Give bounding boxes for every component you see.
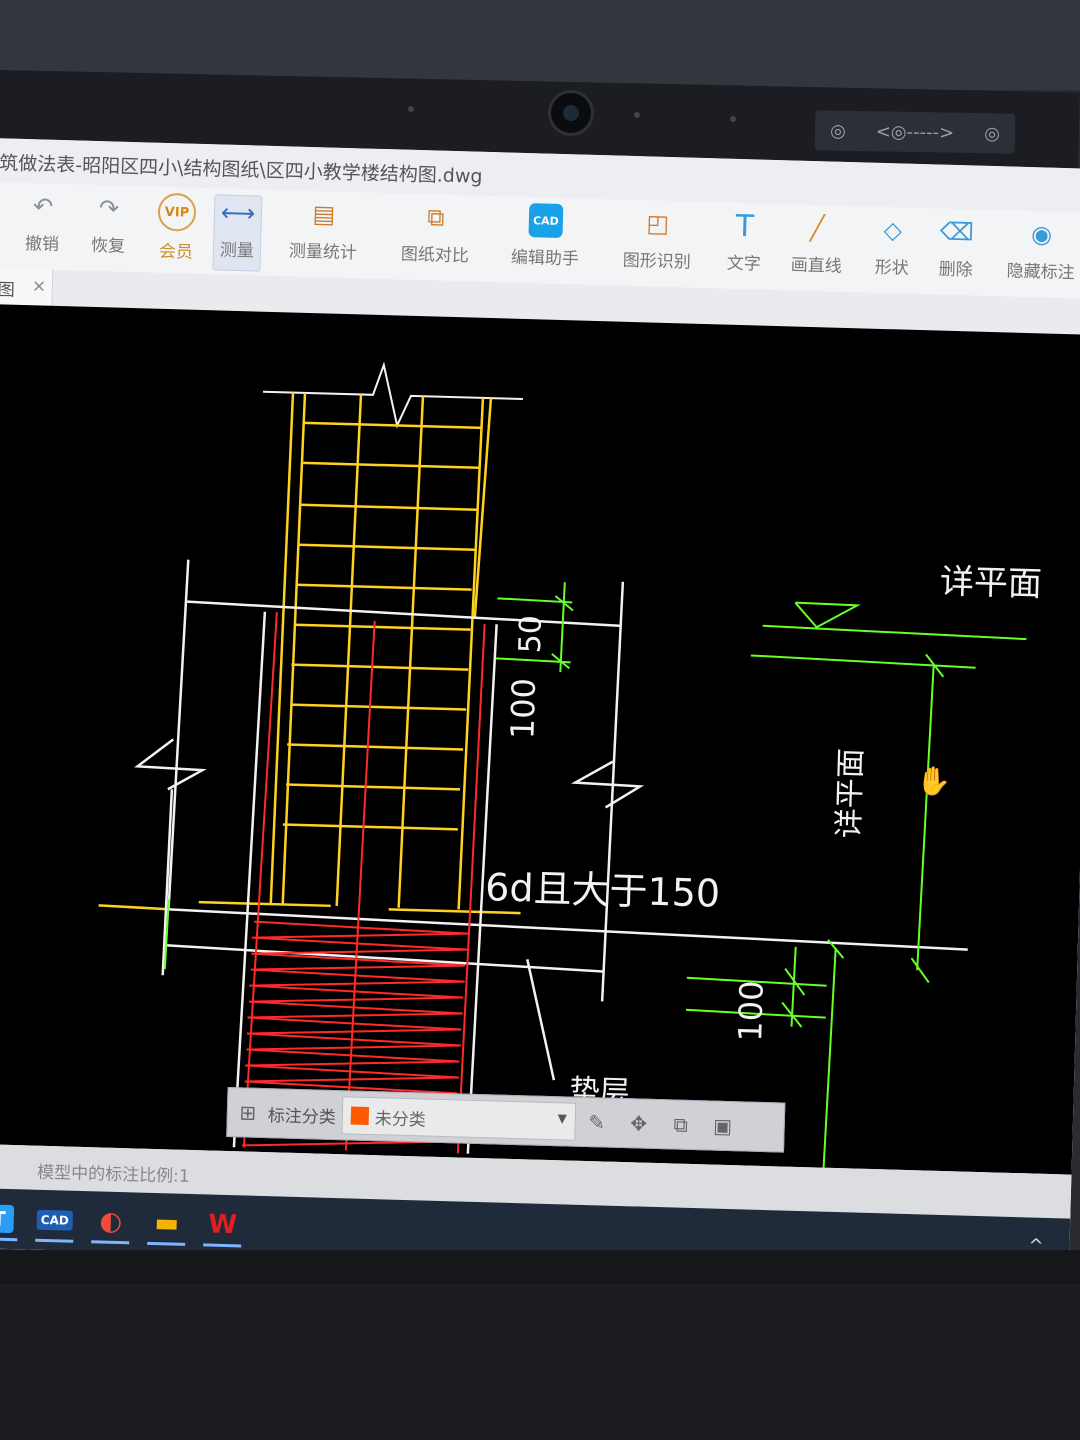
shape-recognize-icon: ◰ <box>646 209 670 238</box>
line-label: 画直线 <box>790 255 843 277</box>
chevron-down-icon: ▼ <box>557 1111 568 1126</box>
line-icon: ╱ <box>809 213 825 243</box>
paste-icon[interactable]: ▣ <box>701 1105 744 1146</box>
taskbar-app-folder[interactable]: ▬ <box>143 1201 190 1246</box>
shape-icon: ◇ <box>883 215 903 245</box>
redo-button[interactable]: ↷ 恢复 <box>90 191 126 266</box>
eraser-icon: ⌫ <box>939 217 975 247</box>
text-label: 文字 <box>726 253 762 275</box>
webcam-privacy-switch: ◎ <◎-----> ◎ <box>814 110 1016 154</box>
shape-recognize-label: 图形识别 <box>622 250 692 273</box>
edit-assistant-button[interactable]: CAD 编辑助手 <box>510 203 580 279</box>
edit-assistant-label: 编辑助手 <box>510 247 580 270</box>
undo-label: 撤销 <box>24 234 60 255</box>
browser-icon: ◐ <box>99 1206 123 1238</box>
measure-button[interactable]: ⟷ 测量 <box>212 194 263 272</box>
laptop-screen: 筑做法表-昭阳区四小\结构图纸\区四小教学楼结构图.dwg ↶ 撤销 ↷ 恢复 … <box>0 138 1080 1279</box>
taskbar-app-browser[interactable]: ◐ <box>87 1199 134 1245</box>
tab-label: 图 <box>0 280 16 301</box>
cad-app-icon: CAD <box>36 1209 74 1231</box>
measure-stats-icon: ▤ <box>312 200 336 229</box>
dim-text-100-column: 100 <box>503 678 543 740</box>
compare-label: 图纸对比 <box>400 244 470 267</box>
foundation-outline <box>134 559 968 1154</box>
measure-icon: ⟷ <box>220 198 256 228</box>
camera-off-icon: ◎ <box>829 120 846 142</box>
shape-recognize-button[interactable]: ◰ 图形识别 <box>622 206 692 282</box>
hide-annotation-label: 隐藏标注 <box>1006 261 1075 284</box>
edit-icon[interactable]: ✎ <box>575 1102 618 1143</box>
move-icon[interactable]: ✥ <box>617 1103 660 1144</box>
folder-icon: ▬ <box>154 1208 180 1239</box>
anchor-note: 6d且大于150 <box>485 865 721 916</box>
vip-label: 会员 <box>158 241 194 263</box>
privacy-slider: <◎-----> <box>875 120 955 144</box>
taskbar-app-wps[interactable]: W <box>199 1202 246 1248</box>
edit-assistant-icon: CAD <box>528 203 564 239</box>
column-rebar-yellow <box>98 392 521 915</box>
plane-label-side: 详平面 <box>832 748 869 839</box>
delete-button[interactable]: ⌫ 删除 <box>938 215 974 290</box>
annotation-category-label: 标注分类 <box>267 1105 337 1128</box>
bezel-sensor <box>730 116 736 122</box>
grid-icon[interactable]: ⊞ <box>227 1092 268 1133</box>
drawing-canvas[interactable]: ✋ 详平面 详平面 50 100 100 6d且大于150 垫层 <box>0 303 1080 1175</box>
dim-text-50: 50 <box>513 615 549 654</box>
measure-stats-button[interactable]: ▤ 测量统计 <box>288 196 358 272</box>
camera-icon: ◎ <box>984 122 1001 144</box>
vip-button[interactable]: VIP 会员 <box>156 192 197 268</box>
undo-icon: ↶ <box>32 192 54 221</box>
plane-label-top: 详平面 <box>939 562 1042 605</box>
text-button[interactable]: T 文字 <box>726 208 762 284</box>
tab-close-icon[interactable]: × <box>32 276 47 296</box>
annotation-scale-status: 模型中的标注比例:1 <box>36 1162 190 1187</box>
measure-stats-label: 测量统计 <box>288 241 358 264</box>
compare-icon: ⧉ <box>426 203 445 232</box>
hide-annotation-icon: ◉ <box>1030 220 1053 249</box>
dim-text-100-footing: 100 <box>731 980 771 1042</box>
undo-button[interactable]: ↶ 撤销 <box>25 189 61 264</box>
redo-label: 恢复 <box>90 235 126 257</box>
redo-icon: ↷ <box>98 194 120 223</box>
text-icon: T <box>735 208 755 244</box>
line-button[interactable]: ╱ 画直线 <box>790 210 843 285</box>
t-app-icon: T <box>0 1204 15 1234</box>
shape-button[interactable]: ◇ 形状 <box>874 213 910 288</box>
category-color-swatch <box>350 1106 370 1125</box>
bezel-sensor <box>634 112 640 118</box>
footing-rebar-red <box>241 612 486 1154</box>
break-line-top <box>262 361 523 429</box>
copy-icon[interactable]: ⧉ <box>659 1104 702 1145</box>
window-title: 筑做法表-昭阳区四小\结构图纸\区四小教学楼结构图.dwg <box>0 152 483 188</box>
webcam <box>548 90 594 136</box>
annotation-category-select[interactable]: 未分类 ▼ <box>341 1096 577 1141</box>
compare-button[interactable]: ⧉ 图纸对比 <box>400 200 470 276</box>
vip-icon: VIP <box>157 192 197 232</box>
category-selected-value: 未分类 <box>374 1108 427 1131</box>
laptop-bottom-bezel <box>0 1250 1080 1440</box>
hide-annotation-button[interactable]: ◉ 隐藏标注 <box>1006 216 1076 292</box>
shape-label: 形状 <box>874 257 909 279</box>
delete-label: 删除 <box>938 259 973 281</box>
wps-icon: W <box>207 1209 238 1241</box>
taskbar-app-t[interactable]: T <box>0 1196 22 1242</box>
cad-drawing: ✋ 详平面 详平面 50 100 100 6d且大于150 垫层 <box>98 361 1043 1168</box>
tab-drawing[interactable]: 图 × <box>0 267 54 306</box>
measure-label: 测量 <box>219 240 255 262</box>
hand-cursor-icon: ✋ <box>916 764 952 798</box>
taskbar-app-cad[interactable]: CAD <box>31 1198 78 1243</box>
bezel-sensor <box>408 106 414 112</box>
